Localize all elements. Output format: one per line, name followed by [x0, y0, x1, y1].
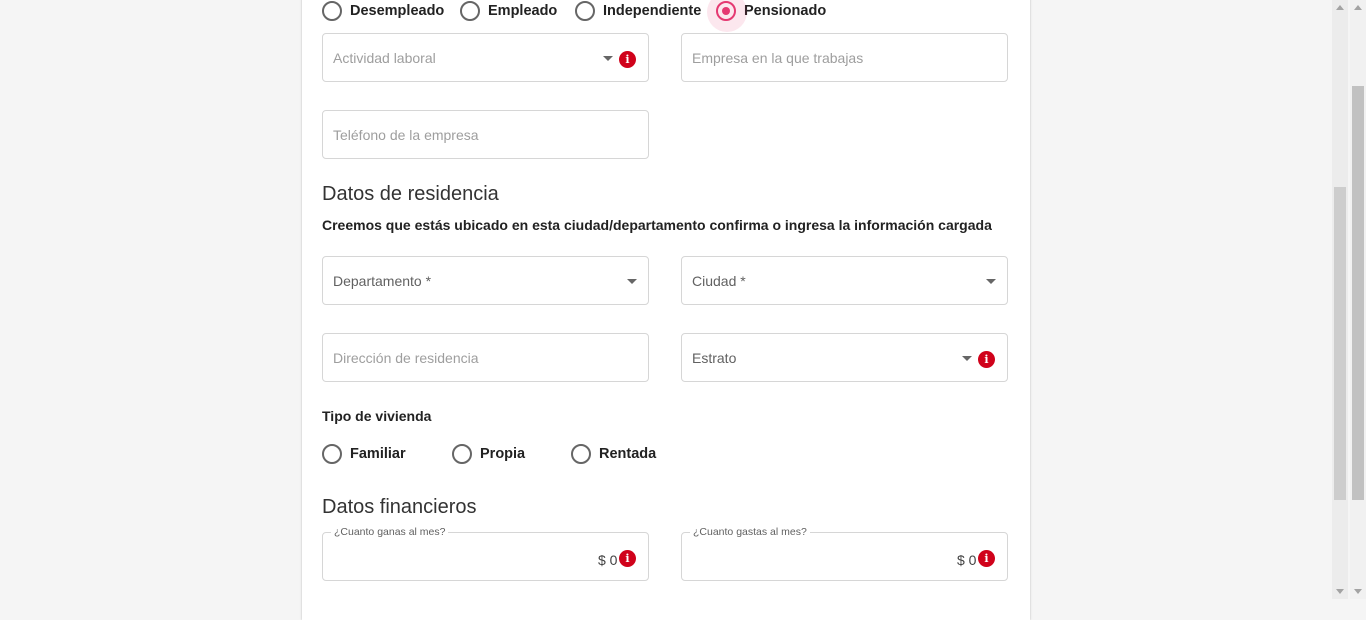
radio-circle — [571, 444, 591, 464]
caret-down-icon — [603, 56, 613, 61]
residence-subtitle: Creemos que estás ubicado en esta ciudad… — [322, 217, 992, 233]
radio-circle — [322, 1, 342, 21]
financial-title: Datos financieros — [322, 496, 477, 518]
radio-label: Empleado — [488, 3, 558, 19]
caret-down-icon — [986, 279, 996, 284]
income-label: ¿Cuanto ganas al mes? — [331, 526, 449, 538]
inner-scrollbar-thumb[interactable] — [1334, 187, 1346, 500]
radio-label: Desempleado — [350, 3, 445, 19]
income-value: $ 0 — [598, 552, 618, 568]
radio-label: Independiente — [603, 3, 702, 19]
stratum-select[interactable]: Estrato i — [681, 333, 1008, 382]
activity-placeholder: Actividad laboral — [333, 50, 436, 66]
scroll-down-icon[interactable] — [1336, 589, 1344, 594]
radio-circle — [707, 0, 747, 32]
radio-independiente[interactable]: Independiente — [575, 1, 701, 21]
scroll-up-icon[interactable] — [1354, 5, 1362, 10]
info-icon[interactable]: i — [978, 550, 995, 567]
expenses-input[interactable]: ¿Cuanto gastas al mes? $ 0 i — [681, 526, 1008, 581]
info-icon[interactable]: i — [978, 351, 995, 368]
radio-label: Pensionado — [744, 3, 827, 19]
address-input[interactable]: Dirección de residencia — [322, 333, 649, 382]
radio-circle — [452, 444, 472, 464]
stratum-label: Estrato — [692, 350, 737, 366]
radio-propia[interactable]: Propia — [452, 444, 525, 464]
department-label: Departamento * — [333, 273, 432, 289]
department-select[interactable]: Departamento * — [322, 256, 649, 305]
page-scrollbar-thumb[interactable] — [1352, 86, 1364, 500]
company-input[interactable]: Empresa en la que trabajas — [681, 33, 1008, 82]
activity-select[interactable]: Actividad laboral i — [322, 33, 649, 82]
radio-desempleado[interactable]: Desempleado — [322, 1, 444, 21]
radio-label: Familiar — [350, 446, 406, 462]
expenses-value: $ 0 — [957, 552, 977, 568]
income-input[interactable]: ¿Cuanto ganas al mes? $ 0 i — [322, 526, 649, 581]
radio-circle — [322, 444, 342, 464]
radio-familiar[interactable]: Familiar — [322, 444, 406, 464]
info-icon[interactable]: i — [619, 51, 636, 68]
company-placeholder: Empresa en la que trabajas — [692, 50, 864, 66]
scroll-down-icon[interactable] — [1354, 589, 1362, 594]
company-phone-placeholder: Teléfono de la empresa — [333, 127, 479, 143]
city-select[interactable]: Ciudad * — [681, 256, 1008, 305]
city-label: Ciudad * — [692, 273, 746, 289]
radio-circle — [575, 1, 595, 21]
radio-pensionado[interactable]: Pensionado — [707, 0, 827, 32]
radio-empleado[interactable]: Empleado — [460, 1, 557, 21]
radio-rentada[interactable]: Rentada — [571, 444, 656, 464]
caret-down-icon — [627, 279, 637, 284]
housing-type-label: Tipo de vivienda — [322, 408, 432, 424]
info-icon[interactable]: i — [619, 550, 636, 567]
expenses-label: ¿Cuanto gastas al mes? — [690, 526, 810, 538]
company-phone-input[interactable]: Teléfono de la empresa — [322, 110, 649, 159]
radio-label: Rentada — [599, 446, 657, 462]
address-placeholder: Dirección de residencia — [333, 350, 479, 366]
radio-circle — [460, 1, 480, 21]
scroll-up-icon[interactable] — [1336, 5, 1344, 10]
residence-title: Datos de residencia — [322, 183, 499, 205]
radio-label: Propia — [480, 446, 526, 462]
caret-down-icon — [962, 356, 972, 361]
